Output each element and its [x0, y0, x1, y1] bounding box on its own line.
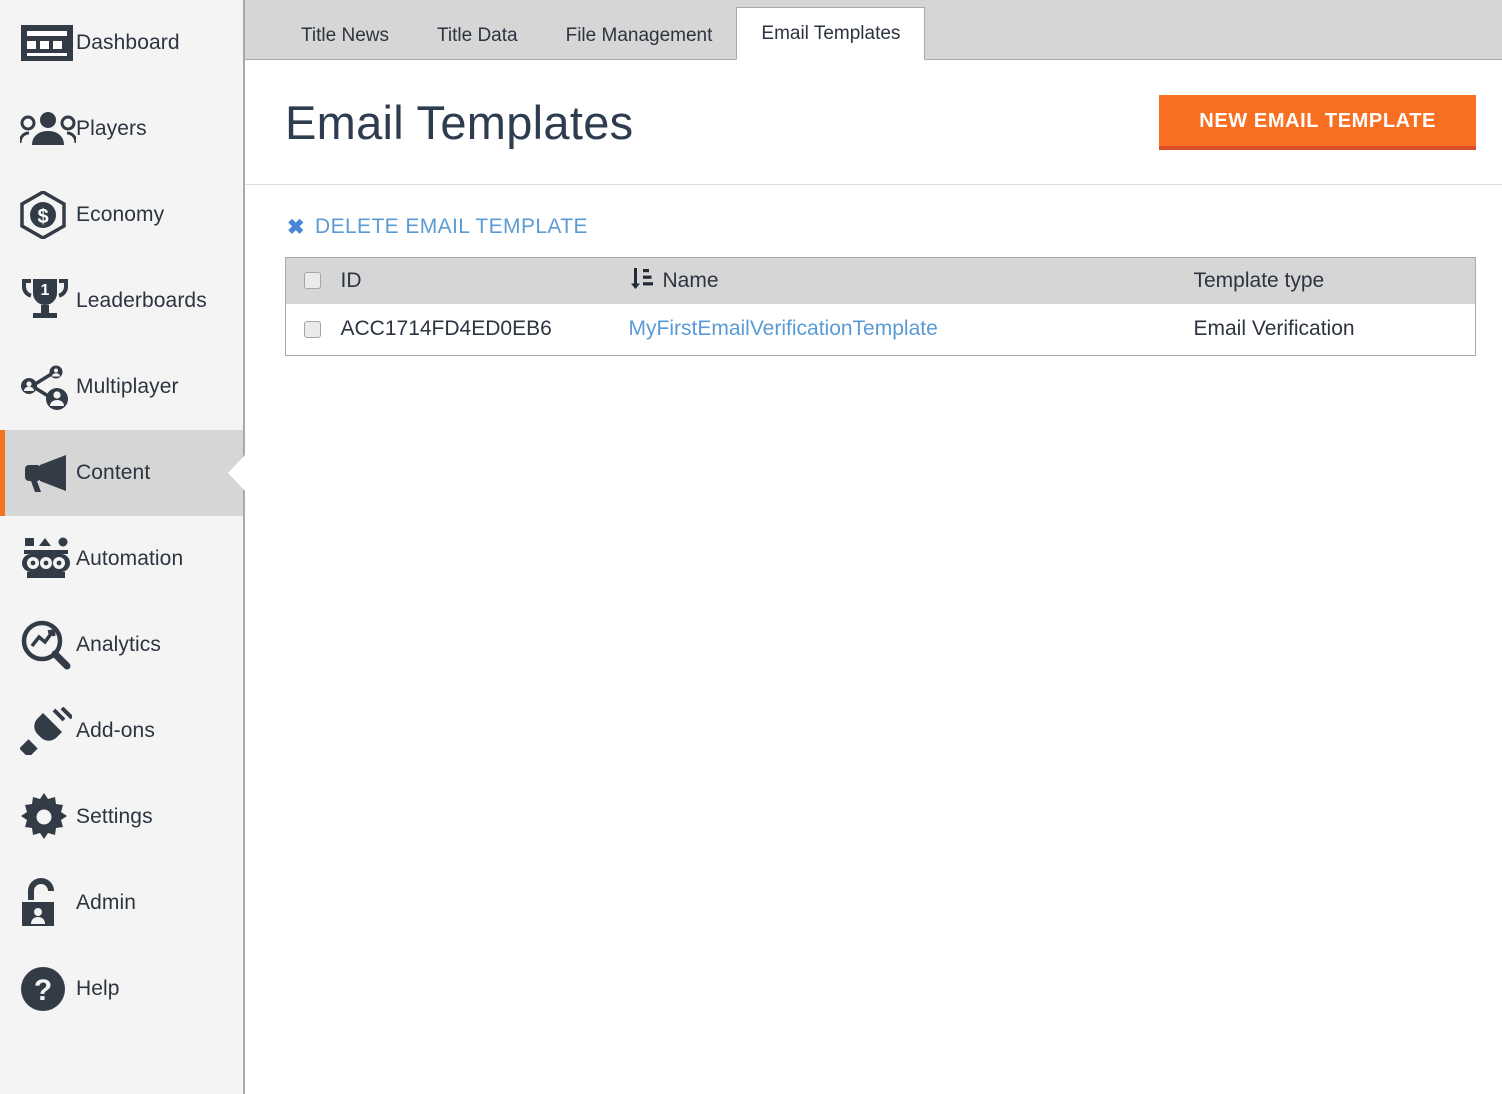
sidebar-item-economy[interactable]: $ Economy [0, 172, 243, 258]
page-title: Email Templates [285, 95, 634, 149]
sidebar-item-admin[interactable]: Admin [0, 860, 243, 946]
app-root: Dashboard Players $ Economy 1 Leaderboar… [0, 0, 1502, 1094]
sidebar-item-addons[interactable]: Add-ons [0, 688, 243, 774]
sidebar-item-label: Analytics [76, 633, 161, 656]
sidebar: Dashboard Players $ Economy 1 Leaderboar… [0, 0, 245, 1094]
select-all-header [285, 257, 341, 304]
sidebar-item-label: Add-ons [76, 719, 155, 742]
sidebar-item-label: Leaderboards [76, 289, 207, 312]
sidebar-item-label: Dashboard [76, 31, 180, 54]
sidebar-item-help[interactable]: ? Help [0, 946, 243, 1032]
sidebar-item-content[interactable]: Content [0, 430, 245, 516]
sidebar-item-label: Players [76, 117, 147, 140]
row-select-cell [285, 303, 341, 356]
tab-title-data[interactable]: Title Data [413, 11, 542, 60]
tab-title-news[interactable]: Title News [277, 11, 413, 60]
table-body: ACC1714FD4ED0EB6 MyFirstEmailVerificatio… [285, 303, 1476, 356]
row-checkbox[interactable] [304, 320, 321, 338]
multiplayer-icon [20, 364, 76, 410]
sidebar-item-label: Settings [76, 805, 153, 828]
delete-email-template-label: DELETE EMAIL TEMPLATE [315, 215, 588, 238]
tab-email-templates[interactable]: Email Templates [736, 7, 926, 60]
column-header-template-type[interactable]: Template type [1193, 257, 1476, 304]
column-header-id[interactable]: ID [340, 257, 629, 304]
trophy-icon: 1 [20, 277, 76, 325]
economy-icon: $ [20, 191, 76, 239]
main-content: Title News Title Data File Management Em… [245, 0, 1502, 1094]
players-icon [20, 111, 76, 147]
analytics-icon [20, 620, 76, 670]
column-header-name-label: Name [662, 268, 719, 292]
sidebar-item-label: Automation [76, 547, 184, 570]
automation-icon [20, 536, 76, 582]
sidebar-item-label: Economy [76, 203, 165, 226]
tab-file-management[interactable]: File Management [542, 11, 737, 60]
email-templates-table: ID Name Template type ACC1714FD4ED0EB6 M… [285, 257, 1476, 356]
sidebar-item-leaderboards[interactable]: 1 Leaderboards [0, 258, 243, 344]
question-icon: ? [20, 966, 76, 1012]
tab-bar: Title News Title Data File Management Em… [245, 0, 1502, 60]
sidebar-item-label: Multiplayer [76, 375, 179, 398]
content-body: ✖ DELETE EMAIL TEMPLATE ID Name Template… [245, 185, 1502, 1094]
sidebar-item-label: Admin [76, 891, 137, 914]
sidebar-item-settings[interactable]: Settings [0, 774, 243, 860]
table-header: ID Name Template type [285, 257, 1476, 304]
close-x-icon: ✖ [287, 215, 305, 239]
table-header-row: ID Name Template type [285, 257, 1476, 304]
delete-email-template-button[interactable]: ✖ DELETE EMAIL TEMPLATE [287, 215, 588, 239]
cell-id: ACC1714FD4ED0EB6 [340, 303, 629, 356]
cell-name: MyFirstEmailVerificationTemplate [628, 303, 1194, 356]
svg-text:?: ? [34, 974, 52, 1007]
active-indicator-arrow [228, 455, 245, 491]
column-header-name[interactable]: Name [628, 257, 1194, 304]
sort-ascending-icon [629, 266, 654, 296]
plug-icon [20, 707, 76, 755]
page-header: Email Templates NEW EMAIL TEMPLATE [245, 60, 1502, 185]
sidebar-item-label: Help [76, 977, 120, 1000]
table-row[interactable]: ACC1714FD4ED0EB6 MyFirstEmailVerificatio… [285, 303, 1476, 356]
gear-icon [20, 793, 76, 841]
sidebar-item-dashboard[interactable]: Dashboard [0, 0, 243, 86]
new-email-template-button[interactable]: NEW EMAIL TEMPLATE [1159, 94, 1476, 150]
unlock-user-icon [20, 878, 76, 928]
sidebar-item-analytics[interactable]: Analytics [0, 602, 243, 688]
cell-template-type: Email Verification [1193, 303, 1476, 356]
megaphone-icon [20, 453, 76, 493]
template-name-link[interactable]: MyFirstEmailVerificationTemplate [629, 317, 938, 340]
dashboard-icon [20, 24, 76, 62]
select-all-checkbox[interactable] [304, 272, 321, 290]
sidebar-item-automation[interactable]: Automation [0, 516, 243, 602]
sidebar-item-label: Content [76, 461, 151, 484]
sidebar-item-players[interactable]: Players [0, 86, 243, 172]
svg-text:1: 1 [41, 282, 50, 299]
sidebar-item-multiplayer[interactable]: Multiplayer [0, 344, 243, 430]
svg-text:$: $ [37, 206, 48, 228]
